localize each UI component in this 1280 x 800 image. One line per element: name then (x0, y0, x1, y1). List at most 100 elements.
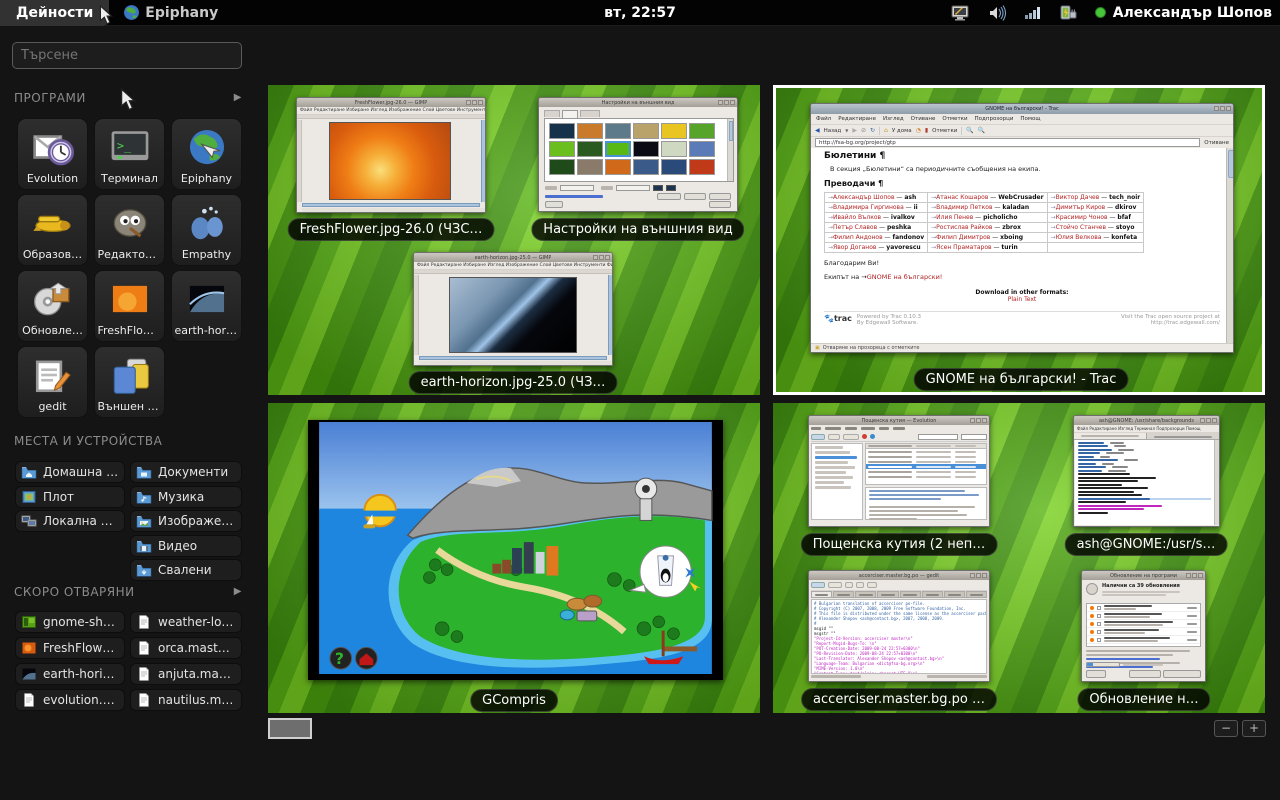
translator-link[interactable]: Илия Пенев (936, 214, 973, 221)
window-label[interactable]: earth-horizon.jpg-25.0 (ЧЗ… (409, 371, 618, 394)
place-item[interactable]: Свалени (130, 559, 242, 581)
window-evolution-mail[interactable]: Пощенска кутия — Evolution (808, 415, 990, 527)
recent-item[interactable]: weather-loc… (130, 611, 242, 633)
wallpaper-thumb[interactable] (633, 141, 659, 157)
display-icon[interactable] (951, 4, 971, 22)
app-tile-appearance[interactable]: Външен в… (94, 346, 165, 418)
translator-link[interactable]: Ростислав Райков (936, 224, 992, 231)
place-item[interactable]: Изображен… (130, 510, 242, 532)
window-label[interactable]: Настройки на външния вид (531, 218, 744, 241)
window-label[interactable]: accerciser.master.bg.po … (801, 688, 997, 711)
workspace-2-active[interactable]: GNOME на български! - Trac Файл Редактира… (773, 85, 1265, 395)
wallpaper-thumb-selected[interactable] (605, 141, 631, 157)
browser-menu-item[interactable]: Отметки (942, 116, 967, 122)
window-label[interactable]: ash@GNOME:/usr/s… (1065, 533, 1228, 556)
workspace-4[interactable]: Пощенска кутия — Evolution Пощенска кути… (773, 403, 1265, 713)
window-gimp-earth[interactable]: earth-horizon.jpg-25.0 — GIMP Файл Редак… (413, 252, 613, 366)
wallpaper-thumbnails[interactable] (549, 123, 725, 179)
wallpaper-thumb[interactable] (661, 159, 687, 175)
browser-menu-item[interactable]: Подпрозорци (975, 116, 1014, 122)
place-item[interactable]: Локална мр… (15, 510, 125, 532)
app-tile-gcompris[interactable]: Образов… (17, 194, 88, 266)
window-label[interactable]: FreshFlower.jpg-26.0 (ЧЗС… (288, 218, 495, 241)
go-button[interactable]: Отиване (1204, 140, 1229, 146)
zoom-in-icon[interactable]: 🔍 (966, 127, 973, 134)
translator-link[interactable]: Ивайло Вълков (833, 214, 881, 221)
wallpaper-thumb[interactable] (633, 159, 659, 175)
window-label[interactable]: GNOME на български! - Trac (914, 368, 1129, 391)
recent-item[interactable]: FreshFlower… (15, 637, 125, 659)
battery-icon[interactable] (1059, 4, 1079, 22)
remove-workspace-button[interactable]: − (1214, 720, 1238, 737)
recent-item[interactable]: anjuta.mast… (130, 663, 242, 685)
home-icon[interactable]: ⌂ (884, 127, 888, 134)
volume-icon[interactable] (987, 4, 1007, 22)
wallpaper-thumb[interactable] (605, 159, 631, 175)
window-gedit[interactable]: accerciser.master.bg.po — gedit # Bulgar… (808, 570, 990, 682)
translator-link[interactable]: Димитър Киров (1056, 204, 1106, 211)
bookmark-icon[interactable]: ▮ (925, 127, 928, 134)
place-item[interactable]: Плот (15, 486, 125, 508)
team-link[interactable]: GNOME на български! (867, 273, 943, 281)
history-icon[interactable]: ◔ (916, 127, 921, 134)
translator-link[interactable]: Стойчо Станчев (1056, 224, 1106, 231)
app-tile-image-earth[interactable]: earth-hori… (171, 270, 242, 342)
wallpaper-thumb[interactable] (661, 123, 687, 139)
window-gimp-freshflower[interactable]: FreshFlower.jpg-26.0 — GIMP Файл Редакти… (296, 97, 486, 213)
translator-link[interactable]: Атанас Кошаров (936, 194, 988, 201)
browser-menu-item[interactable]: Отиване (911, 116, 936, 122)
translator-link[interactable]: Владимир Петков (936, 204, 992, 211)
activities-button[interactable]: Дейности (0, 0, 109, 26)
translator-link[interactable]: Юлия Велкова (1056, 234, 1102, 241)
recent-item[interactable]: earth-horizo… (15, 663, 125, 685)
browser-menu-item[interactable]: Файл (816, 116, 831, 122)
recent-item[interactable]: orca.master.… (130, 637, 242, 659)
back-icon[interactable]: ◀ (815, 127, 820, 134)
clock[interactable]: вт, 22:57 (604, 5, 676, 21)
add-workspace-button[interactable]: + (1242, 720, 1266, 737)
app-tile-epiphany[interactable]: Epiphany (171, 118, 242, 190)
place-item[interactable]: Документи (130, 461, 242, 483)
window-appearance-settings[interactable]: Настройки на външния вид (538, 97, 738, 212)
window-label[interactable]: GCompris (470, 689, 558, 712)
app-tile-image-flower[interactable]: FreshFlow… (94, 270, 165, 342)
window-label[interactable]: Пощенска кутия (2 неп… (801, 533, 998, 556)
recent-expand-icon[interactable]: ▶ (234, 586, 242, 597)
recent-item[interactable]: nautilus.mas… (130, 689, 242, 711)
window-gcompris[interactable]: ? (308, 420, 723, 680)
wallpaper-thumb[interactable] (605, 123, 631, 139)
network-signal-icon[interactable] (1023, 4, 1043, 22)
forward-icon[interactable]: ▶ (852, 127, 857, 134)
wallpaper-thumb[interactable] (577, 123, 603, 139)
browser-menu-item[interactable]: Редактиране (838, 116, 876, 122)
translator-link[interactable]: Ясен Праматаров (936, 244, 991, 251)
app-tile-empathy[interactable]: Empathy (171, 194, 242, 266)
url-bar[interactable]: http://fsa-bg.org/project/gtp (815, 138, 1200, 147)
recent-item[interactable]: evolution.m… (15, 689, 125, 711)
browser-scrollbar[interactable] (1226, 148, 1233, 343)
search-input[interactable] (12, 42, 242, 69)
window-update-manager[interactable]: Обновление на програми Налични са 39 обн… (1081, 570, 1206, 682)
app-tile-evolution[interactable]: Evolution (17, 118, 88, 190)
programs-expand-icon[interactable]: ▶ (234, 92, 242, 103)
place-item[interactable]: Домашна п… (15, 461, 125, 483)
app-tile-gimp[interactable]: Редактор … (94, 194, 165, 266)
workspace-3[interactable]: ? GCompris (268, 403, 760, 713)
wallpaper-thumb[interactable] (689, 159, 715, 175)
wallpaper-thumb[interactable] (549, 141, 575, 157)
translator-link[interactable]: Александър Шопов (833, 194, 894, 201)
app-tile-terminal[interactable]: >_Терминал (94, 118, 165, 190)
app-tile-updates[interactable]: Обновле… (17, 270, 88, 342)
wallpaper-thumb[interactable] (577, 141, 603, 157)
user-menu[interactable]: Александър Шопов (1095, 5, 1272, 21)
zoom-out-icon[interactable]: 🔍 (978, 127, 985, 134)
browser-menu-item[interactable]: Помощ (1020, 116, 1040, 122)
window-terminal[interactable]: ash@GNOME: /usr/share/backgrounds Файл Р… (1073, 415, 1220, 527)
wallpaper-thumb[interactable] (661, 141, 687, 157)
reload-icon[interactable]: ↻ (870, 127, 875, 134)
plain-text-link[interactable]: Plain Text (824, 296, 1220, 303)
translator-link[interactable]: Красимир Чонов (1056, 214, 1108, 221)
translator-link[interactable]: Филип Андонов (833, 234, 883, 241)
recent-item[interactable]: gnome-shel… (15, 611, 125, 633)
wallpaper-thumb[interactable] (549, 159, 575, 175)
